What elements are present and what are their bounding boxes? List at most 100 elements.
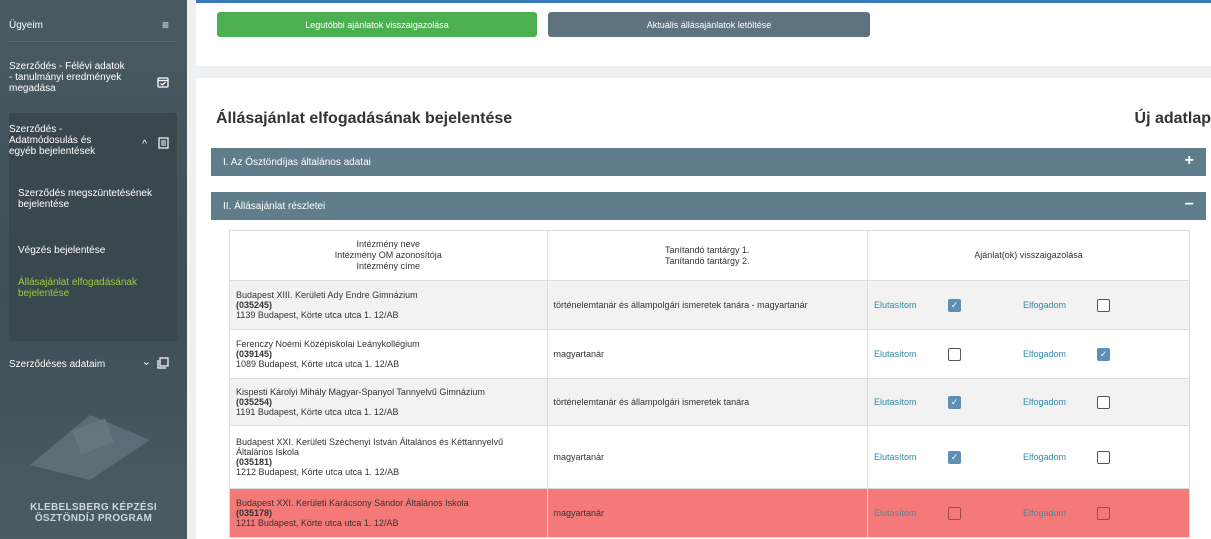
institution-cell: Budapest XXI. Kerületi Széchenyi István …	[229, 425, 548, 489]
top-toolbar: Legutóbbi ajánlatok visszaigazolása Aktu…	[196, 0, 1211, 66]
om-id: (039145)	[236, 349, 273, 359]
table-row: Ferenczy Noémi Középiskolai Leánykollégi…	[229, 329, 1190, 379]
section-title: I. Az Ösztöndíjas általános adatai	[223, 156, 371, 168]
institution-name: Ferenczy Noémi Középiskolai Leánykollégi…	[236, 339, 420, 349]
confirmation-cell: Elutasítom Elfogadom ✓	[867, 329, 1190, 379]
collapse-minus-icon[interactable]: −	[1185, 196, 1194, 214]
column-header-institution: Intézmény neve Intézmény OM azonosítója …	[229, 230, 548, 281]
table-row: Kispesti Károlyi Mihály Magyar-Spanyol T…	[229, 378, 1190, 426]
confirmation-actions: Elutasítom ✓ Elfogadom	[874, 450, 1183, 464]
table-row: Budapest XXI. Kerületi Széchenyi István …	[229, 425, 1190, 489]
institution-cell: Budapest XIII. Kerületi Ady Endre Gimnáz…	[229, 280, 548, 330]
sidebar-subitem-megszuntetes[interactable]: Szerződés megszüntetésének bejelentése	[18, 188, 158, 210]
expand-plus-icon[interactable]: +	[1185, 152, 1194, 170]
table-row: Budapest XXI. Kerületi Karácsony Sándor …	[229, 488, 1190, 538]
institution-cell: Kispesti Károlyi Mihály Magyar-Spanyol T…	[229, 378, 548, 426]
table-body: Budapest XIII. Kerületi Ady Endre Gimnáz…	[229, 280, 1190, 538]
subject-cell: magyartanár	[546, 329, 868, 379]
institution-name: Budapest XIII. Kerületi Ady Endre Gimnáz…	[236, 290, 418, 300]
institution-address: 1211 Budapest, Körte utca utca 1. 12/AB	[236, 518, 399, 528]
sidebar-item-ugyeim[interactable]: Ügyeim ≡	[9, 0, 177, 42]
table-header-row: Intézmény neve Intézmény OM azonosítója …	[229, 230, 1190, 281]
accept-checkbox[interactable]: ✓	[1097, 347, 1110, 361]
sidebar-subitem-vegzes[interactable]: Végzés bejelentése	[18, 245, 158, 256]
confirmation-cell: Elutasítom ✓ Elfogadom	[867, 280, 1190, 330]
top-accent-line	[196, 0, 1211, 3]
accept-checkbox[interactable]	[1097, 506, 1110, 520]
section-title: II. Állásajánlat részletei	[223, 200, 326, 212]
accept-label[interactable]: Elfogadom	[1023, 508, 1097, 518]
column-header-subjects: Tanítandó tantárgy 1. Tanítandó tantárgy…	[546, 230, 868, 281]
column-header-confirmation: Ajánlat(ok) visszaigazolása	[867, 230, 1190, 281]
header-line: Ajánlat(ok) visszaigazolása	[974, 250, 1083, 260]
accept-checkbox[interactable]	[1097, 450, 1110, 464]
sidebar-item-label: Ügyeim	[9, 20, 43, 31]
reject-checkbox[interactable]	[948, 506, 961, 520]
accept-label[interactable]: Elfogadom	[1023, 452, 1097, 462]
header-line: Intézmény neve	[356, 239, 421, 249]
reject-checkbox[interactable]: ✓	[948, 298, 961, 312]
subject-cell: történelemtanár és állampolgári ismerete…	[546, 378, 868, 426]
sidebar-item-felevi-adatok[interactable]: Szerződés - Félévi adatok - tanulmányi e…	[9, 49, 177, 104]
sidebar-item-label: Szerződés - Félévi adatok - tanulmányi e…	[9, 61, 125, 94]
om-id: (035254)	[236, 397, 273, 407]
subject-cell: magyartanár	[546, 425, 868, 489]
program-logo-text: KLEBELSBERG KÉPZÉSI ÖSZTÖNDÍJ PROGRAM	[30, 502, 157, 524]
confirm-recent-offers-button[interactable]: Legutóbbi ajánlatok visszaigazolása	[217, 12, 537, 37]
header-line: Tanítandó tantárgy 1.	[664, 244, 750, 255]
accept-checkbox[interactable]	[1097, 298, 1110, 312]
sidebar-subnav: Szerződés megszüntetésének bejelentése V…	[9, 113, 177, 341]
new-sheet-title: Új adatlap	[1134, 110, 1211, 127]
accept-label[interactable]: Elfogadom	[1023, 349, 1097, 359]
sidebar-item-adatmodosulas[interactable]: Szerződés - Adatmódosulás és egyéb bejel…	[9, 113, 177, 341]
table-row: Budapest XIII. Kerületi Ady Endre Gimnáz…	[229, 280, 1190, 330]
download-current-offers-button[interactable]: Aktuális állásajánlatok letöltése	[548, 12, 870, 37]
om-id-value: 035178	[239, 508, 270, 518]
header-line: Tanítandó tantárgy 2.	[664, 255, 750, 266]
om-id-value: 035181	[239, 457, 270, 467]
reject-label[interactable]: Elutasítom	[874, 397, 948, 407]
job-offer-table: Intézmény neve Intézmény OM azonosítója …	[229, 230, 1190, 538]
reject-checkbox[interactable]: ✓	[948, 395, 961, 409]
accept-label[interactable]: Elfogadom	[1023, 300, 1097, 310]
reject-label[interactable]: Elutasítom	[874, 300, 948, 310]
confirmation-actions: Elutasítom ✓ Elfogadom	[874, 395, 1183, 409]
header-line: Intézmény OM azonosítója	[334, 250, 442, 260]
header-line: Intézmény címe	[356, 261, 421, 271]
reject-label[interactable]: Elutasítom	[874, 452, 948, 462]
subject-cell: magyartanár	[546, 488, 868, 538]
confirmation-cell: Elutasítom ✓ Elfogadom	[867, 425, 1190, 489]
confirmation-actions: Elutasítom Elfogadom ✓	[874, 347, 1183, 361]
institution-cell: Budapest XXI. Kerületi Karácsony Sándor …	[229, 488, 548, 538]
reject-checkbox[interactable]	[948, 347, 961, 361]
om-id-value: 035245	[239, 300, 270, 310]
page-title: Állásajánlat elfogadásának bejelentése	[216, 110, 513, 127]
reject-label[interactable]: Elutasítom	[874, 508, 948, 518]
calendar-check-icon	[157, 76, 169, 90]
accept-checkbox[interactable]	[1097, 395, 1110, 409]
section-offer-details-header[interactable]: II. Állásajánlat részletei −	[211, 192, 1206, 220]
decorative-illustration	[30, 415, 150, 480]
sidebar-item-label: Szerződéses adataim	[9, 359, 106, 370]
om-id: (035245)	[236, 300, 273, 310]
confirmation-actions: Elutasítom Elfogadom	[874, 506, 1183, 520]
sidebar: Ügyeim ≡ Szerződés - Félévi adatok - tan…	[0, 0, 187, 539]
section-general-data-header[interactable]: I. Az Ösztöndíjas általános adatai +	[211, 148, 1206, 176]
om-id-value: 035254	[239, 397, 270, 407]
om-id-value: 039145	[239, 349, 270, 359]
copy-icon	[157, 357, 169, 371]
institution-address: 1139 Budapest, Körte utca utca 1. 12/AB	[236, 310, 399, 320]
list-icon: ≡	[161, 18, 169, 32]
reject-checkbox[interactable]: ✓	[948, 450, 961, 464]
institution-address: 1089 Budapest, Körte utca utca 1. 12/AB	[236, 359, 400, 369]
chevron-down-icon[interactable]: ⌄	[142, 357, 151, 368]
om-id: (035178)	[236, 508, 273, 518]
institution-name: Kispesti Károlyi Mihály Magyar-Spanyol T…	[236, 387, 485, 397]
confirmation-actions: Elutasítom ✓ Elfogadom	[874, 298, 1183, 312]
institution-cell: Ferenczy Noémi Középiskolai Leánykollégi…	[229, 329, 548, 379]
sidebar-subitem-allasajanlat-active[interactable]: Állásajánlat elfogadásának bejelentése	[18, 277, 158, 299]
om-id: (035181)	[236, 457, 273, 467]
accept-label[interactable]: Elfogadom	[1023, 397, 1097, 407]
reject-label[interactable]: Elutasítom	[874, 349, 948, 359]
sidebar-item-szerzodeses-adataim[interactable]: Szerződéses adataim ⌄	[9, 345, 177, 385]
